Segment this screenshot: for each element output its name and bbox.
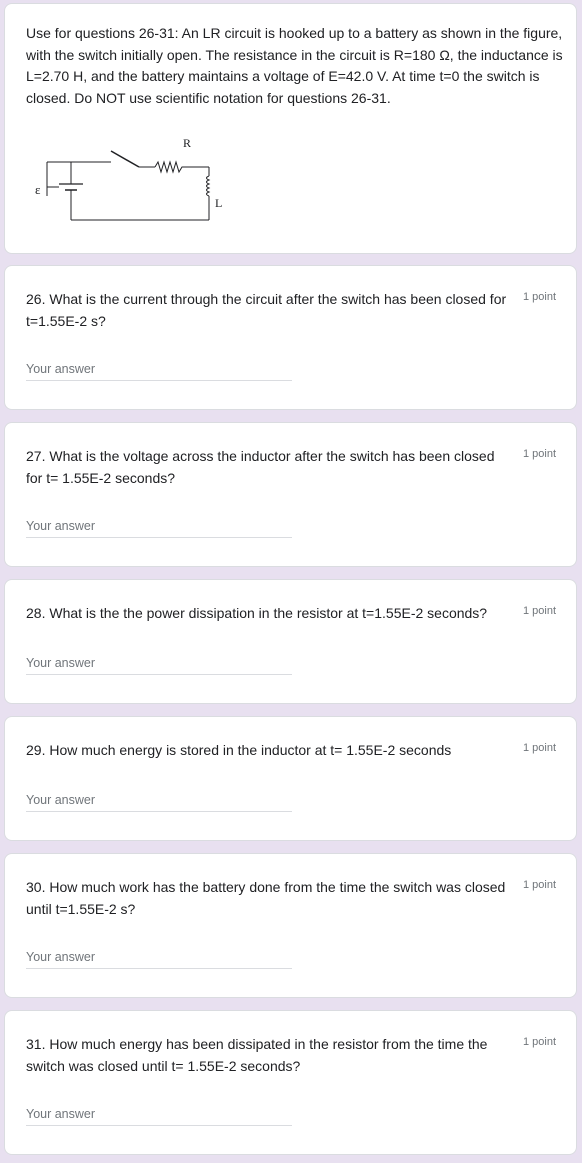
intro-description: Use for questions 26-31: An LR circuit i…	[26, 25, 563, 106]
circuit-diagram: R L ε	[35, 136, 222, 221]
question-card-29: 29. How much energy is stored in the ind…	[4, 716, 577, 841]
question-card-31: 31. How much energy has been dissipated …	[4, 1010, 577, 1155]
inductor-label: L	[215, 196, 222, 210]
switch-icon	[110, 150, 140, 168]
points-label: 1 point	[522, 291, 556, 303]
resistor-label: R	[183, 136, 191, 150]
question-card-26: 26. What is the current through the circ…	[4, 265, 577, 410]
answer-input[interactable]: Your answer	[26, 656, 292, 675]
question-text: 30. How much work has the battery done f…	[26, 879, 506, 917]
question-card-30: 30. How much work has the battery done f…	[4, 853, 577, 998]
question-card-27: 27. What is the voltage across the induc…	[4, 422, 577, 567]
answer-input[interactable]: Your answer	[26, 519, 292, 538]
answer-input[interactable]: Your answer	[26, 1107, 292, 1126]
question-text: 26. What is the current through the circ…	[26, 291, 507, 329]
question-text: 27. What is the voltage across the induc…	[26, 448, 495, 486]
intro-card: Use for questions 26-31: An LR circuit i…	[4, 3, 577, 254]
question-text: 29. How much energy is stored in the ind…	[26, 742, 452, 758]
points-label: 1 point	[522, 605, 556, 617]
question-text: 28. What is the the power dissipation in…	[26, 605, 488, 621]
answer-input[interactable]: Your answer	[26, 793, 292, 812]
resistor-icon	[154, 160, 187, 174]
points-label: 1 point	[522, 448, 556, 460]
points-label: 1 point	[522, 879, 556, 891]
question-text: 31. How much energy has been dissipated …	[26, 1036, 488, 1074]
question-card-28: 28. What is the the power dissipation in…	[4, 579, 577, 704]
answer-input[interactable]: Your answer	[26, 950, 292, 969]
points-label: 1 point	[522, 1036, 556, 1048]
answer-input[interactable]: Your answer	[26, 362, 292, 381]
inductor-icon	[206, 175, 211, 197]
points-label: 1 point	[522, 742, 556, 754]
emf-label: ε	[35, 182, 41, 197]
lr-circuit-figure: R L ε	[31, 132, 231, 224]
